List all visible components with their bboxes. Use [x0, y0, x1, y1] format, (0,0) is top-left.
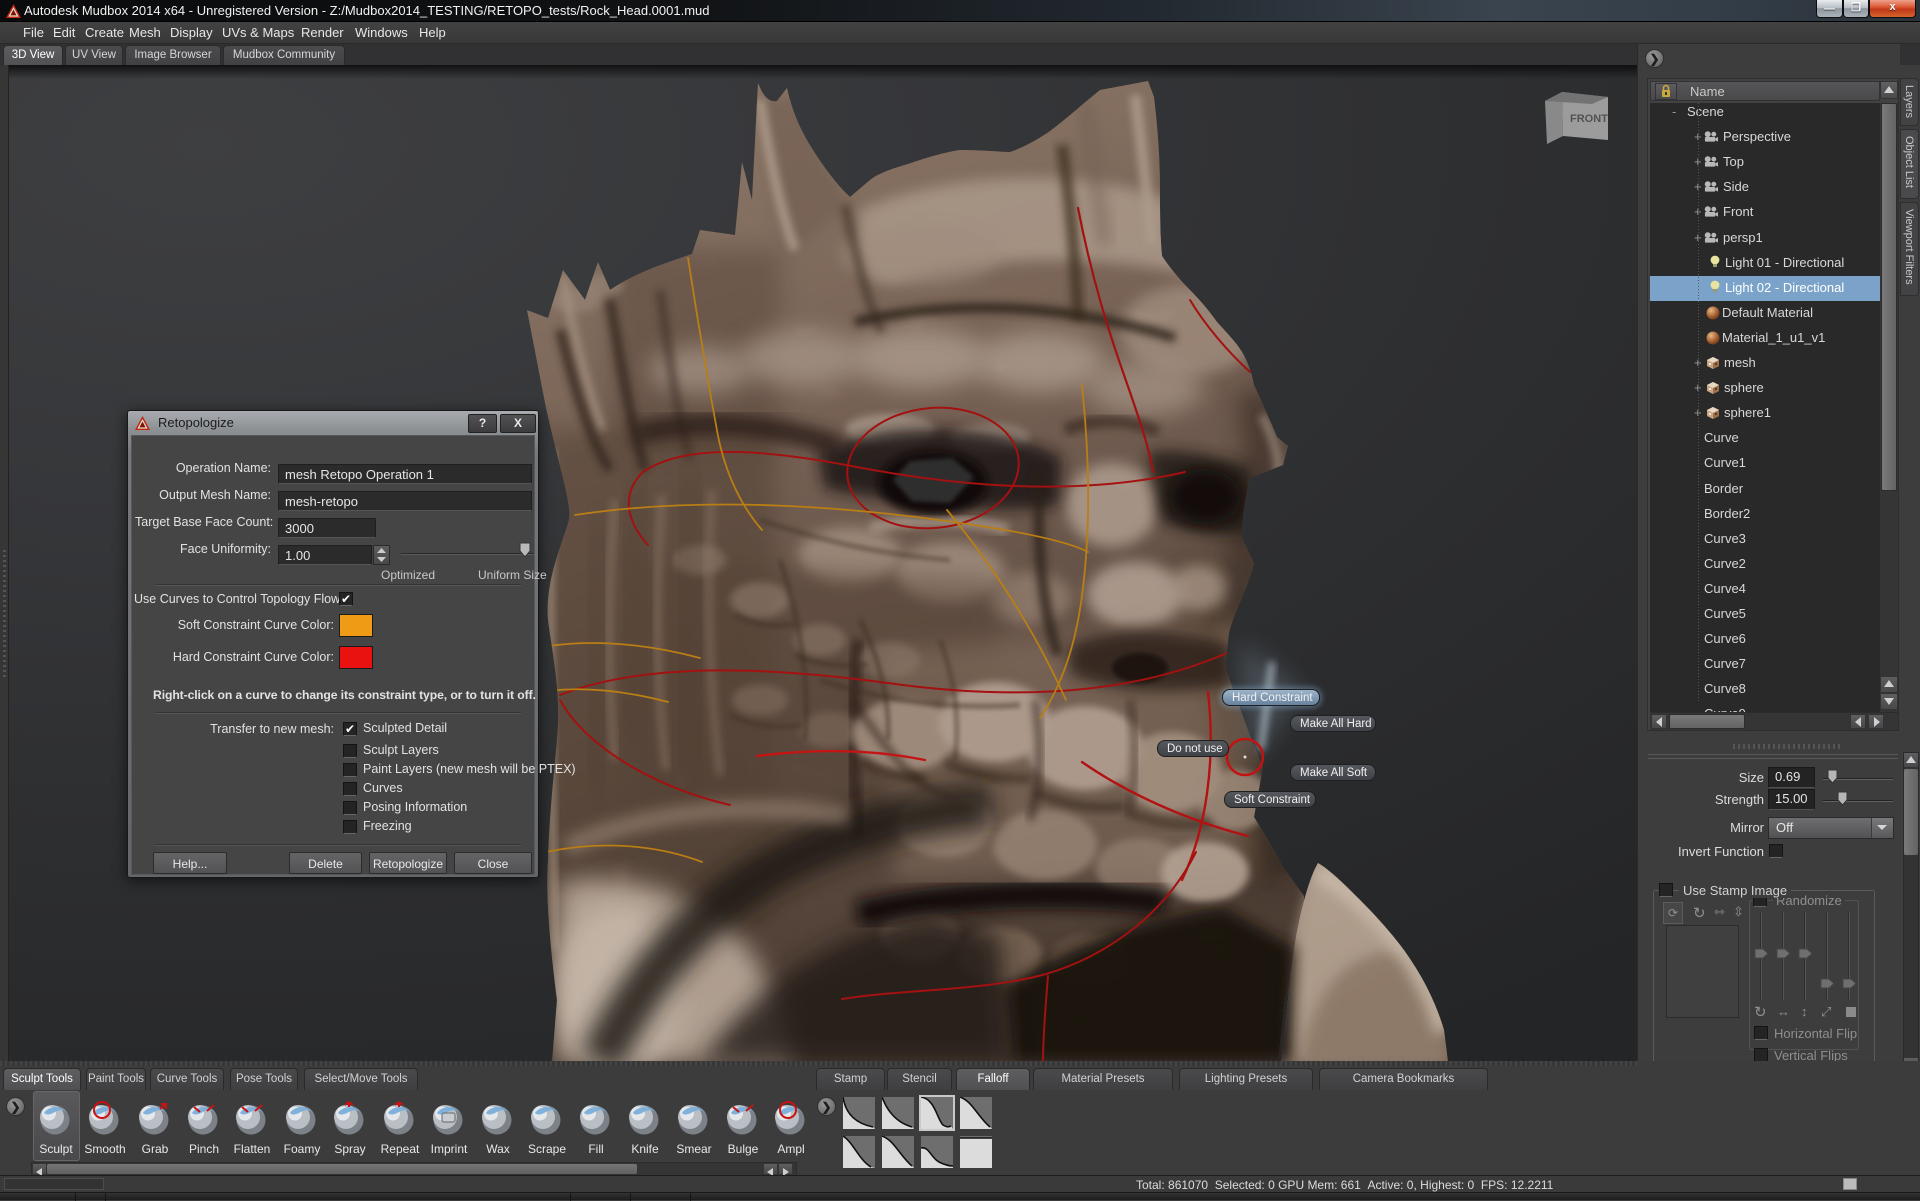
svg-text:FRONT: FRONT	[1570, 113, 1608, 125]
